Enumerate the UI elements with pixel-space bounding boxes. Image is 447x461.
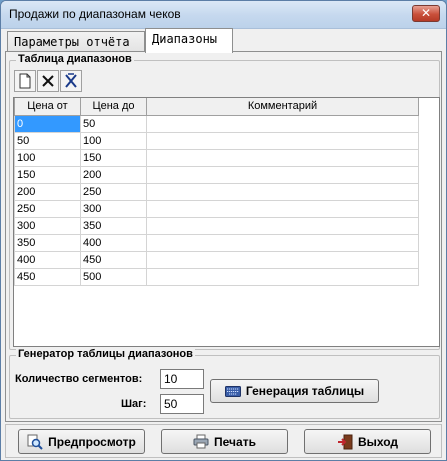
exit-button[interactable]: Выход: [304, 429, 431, 454]
table-header-row: Цена от Цена до Комментарий: [14, 98, 419, 116]
column-header-price-from[interactable]: Цена от: [14, 98, 81, 116]
new-row-icon: [19, 73, 31, 89]
cell-price-from[interactable]: 250: [14, 199, 81, 218]
cell-price-to[interactable]: 150: [80, 148, 147, 167]
table-row: 350 400: [14, 233, 419, 252]
cell-price-from[interactable]: 400: [14, 250, 81, 269]
close-button[interactable]: ✕: [412, 5, 440, 22]
cell-price-from[interactable]: 450: [14, 267, 81, 286]
table-row: 150 200: [14, 165, 419, 184]
tab-strip: Параметры отчёта Диапазоны: [5, 28, 445, 53]
printer-icon: [193, 434, 209, 449]
preview-button[interactable]: Предпросмотр: [18, 429, 145, 454]
cell-price-to[interactable]: 300: [80, 199, 147, 218]
cell-price-from[interactable]: 50: [14, 131, 81, 150]
generator-group: Генератор таблицы диапазонов Количество …: [9, 348, 440, 419]
cell-comment[interactable]: [146, 165, 419, 184]
print-button[interactable]: Печать: [161, 429, 288, 454]
preview-label: Предпросмотр: [48, 434, 136, 449]
cell-comment[interactable]: [146, 233, 419, 252]
table-row: 0 50: [14, 114, 419, 133]
ranges-group-title: Таблица диапазонов: [16, 53, 134, 65]
cell-price-from[interactable]: 300: [14, 216, 81, 235]
new-row-button[interactable]: [14, 70, 36, 92]
tab-ranges[interactable]: Диапазоны: [145, 28, 233, 53]
ranges-table: Цена от Цена до Комментарий 0 50 50 100 …: [14, 98, 419, 286]
cell-price-from[interactable]: 350: [14, 233, 81, 252]
delete-all-rows-icon: [65, 73, 77, 88]
print-label: Печать: [214, 434, 256, 449]
cell-comment[interactable]: [146, 148, 419, 167]
cell-price-to[interactable]: 200: [80, 165, 147, 184]
table-row: 200 250: [14, 182, 419, 201]
window-title: Продажи по диапазонам чеков: [9, 7, 181, 21]
tab-report-params[interactable]: Параметры отчёта: [7, 31, 145, 52]
segments-label: Количество сегментов:: [15, 373, 143, 385]
cell-comment[interactable]: [146, 267, 419, 286]
column-header-comment[interactable]: Комментарий: [146, 98, 419, 116]
exit-label: Выход: [357, 434, 399, 449]
tab-panel-ranges: Таблица диапазонов Цена от Цена до Комме…: [5, 51, 442, 422]
delete-row-icon: [42, 75, 54, 87]
ranges-group: Таблица диапазонов Цена от Цена до Комме…: [9, 53, 440, 350]
generate-table-label: Генерация таблицы: [245, 384, 365, 398]
footer-bar: Предпросмотр Печать Выход: [5, 424, 442, 458]
delete-all-rows-button[interactable]: [60, 70, 82, 92]
cell-price-to[interactable]: 500: [80, 267, 147, 286]
cell-comment[interactable]: [146, 250, 419, 269]
segments-input[interactable]: [160, 369, 204, 389]
generate-table-button[interactable]: Генерация таблицы: [210, 379, 379, 403]
cell-price-from[interactable]: 200: [14, 182, 81, 201]
cell-comment[interactable]: [146, 199, 419, 218]
cell-price-to[interactable]: 50: [80, 114, 147, 133]
cell-price-to[interactable]: 350: [80, 216, 147, 235]
cell-price-from[interactable]: 100: [14, 148, 81, 167]
step-label: Шаг:: [121, 398, 147, 410]
cell-comment[interactable]: [146, 216, 419, 235]
cell-price-to[interactable]: 250: [80, 182, 147, 201]
title-bar[interactable]: Продажи по диапазонам чеков ✕: [1, 1, 446, 29]
cell-price-to[interactable]: 450: [80, 250, 147, 269]
keyboard-icon: [224, 385, 241, 397]
report-window: Продажи по диапазонам чеков ✕ Параметры …: [0, 0, 447, 461]
cell-comment[interactable]: [146, 131, 419, 150]
close-icon: ✕: [420, 6, 432, 20]
table-row: 100 150: [14, 148, 419, 167]
table-row: 450 500: [14, 267, 419, 286]
cell-comment[interactable]: [146, 182, 419, 201]
exit-door-icon: [337, 434, 353, 449]
table-row: 300 350: [14, 216, 419, 235]
cell-price-from[interactable]: 150: [14, 165, 81, 184]
step-input[interactable]: [160, 394, 204, 414]
table-row: 400 450: [14, 250, 419, 269]
cell-price-to[interactable]: 100: [80, 131, 147, 150]
ranges-grid[interactable]: Цена от Цена до Комментарий 0 50 50 100 …: [13, 97, 440, 347]
column-header-price-to[interactable]: Цена до: [80, 98, 147, 116]
ranges-toolbar: [14, 70, 82, 94]
table-row: 50 100: [14, 131, 419, 150]
magnifier-icon: [27, 434, 43, 450]
cell-price-from[interactable]: 0: [14, 114, 81, 133]
cell-comment[interactable]: [146, 114, 419, 133]
table-row: 250 300: [14, 199, 419, 218]
generator-group-title: Генератор таблицы диапазонов: [16, 348, 195, 360]
cell-price-to[interactable]: 400: [80, 233, 147, 252]
delete-row-button[interactable]: [37, 70, 59, 92]
